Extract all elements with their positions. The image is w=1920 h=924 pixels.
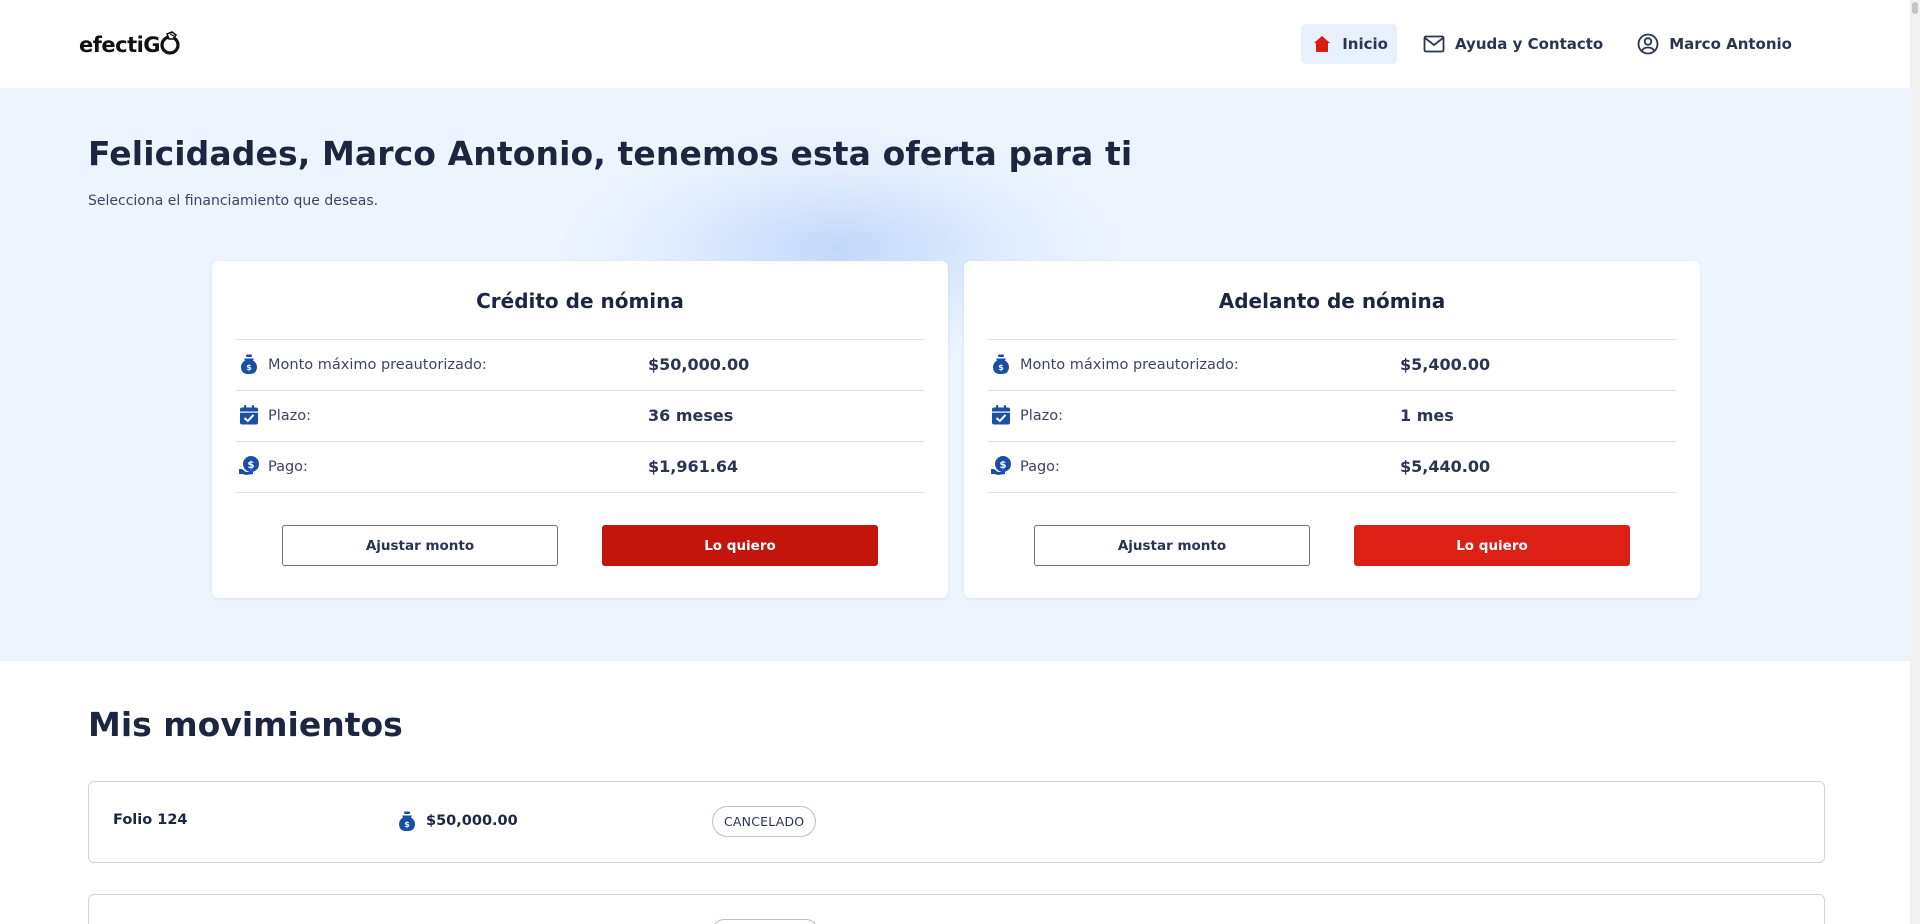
offer-row-label: Monto máximo preautorizado: (1020, 357, 1239, 373)
payment-hand-icon: $ (991, 456, 1011, 475)
offer-card-title: Adelanto de nómina (1218, 289, 1446, 313)
offer-card-credito: Crédito de nómina $ Monto máximo preauto… (212, 261, 948, 598)
page-subtitle: Selecciona el financiamiento que deseas. (88, 193, 379, 209)
movement-row[interactable]: Folio 124 $ $50,000.00 CANCELADO (88, 781, 1825, 863)
mail-icon (1423, 35, 1445, 53)
offer-row-monto: $ Monto máximo preautorizado: $50,000.00 (236, 340, 924, 391)
movement-amount: $50,000.00 (426, 813, 518, 829)
offer-row-label: Pago: (268, 459, 308, 475)
scrollbar-thumb[interactable] (1912, 2, 1918, 14)
money-bag-icon: $ (399, 811, 415, 831)
ajustar-monto-button[interactable]: Ajustar monto (1034, 525, 1310, 566)
svg-text:$: $ (404, 820, 410, 829)
home-icon (1314, 36, 1331, 52)
user-circle-icon (1637, 33, 1659, 55)
offer-card-adelanto: Adelanto de nómina $ Monto máximo preaut… (964, 261, 1700, 598)
calendar-check-icon (240, 405, 258, 425)
offer-row-label: Pago: (1020, 459, 1060, 475)
payment-hand-icon: $ (239, 456, 259, 475)
offer-row-plazo: Plazo: 1 mes (988, 391, 1676, 442)
calendar-check-icon (992, 405, 1010, 425)
offer-details: $ Monto máximo preautorizado: $50,000.00… (236, 339, 924, 493)
svg-text:$: $ (248, 460, 255, 471)
offer-details: $ Monto máximo preautorizado: $5,400.00 … (988, 339, 1676, 493)
page-scrollbar[interactable] (1910, 0, 1920, 924)
status-badge: CANCELADO (712, 806, 817, 837)
offer-row-label: Monto máximo preautorizado: (268, 357, 487, 373)
money-bag-icon: $ (993, 354, 1009, 374)
movement-amount-group: $ $50,000.00 (396, 810, 518, 832)
offer-card-title: Crédito de nómina (476, 289, 684, 313)
nav-user-profile[interactable]: Marco Antonio (1629, 24, 1800, 64)
offer-row-value: $50,000.00 (648, 355, 750, 374)
offer-row-plazo: Plazo: 36 meses (236, 391, 924, 442)
main-nav: Inicio Ayuda y Contacto Marco Antonio (1301, 24, 1800, 64)
logo-mark-icon (160, 31, 180, 55)
offer-row-value: $1,961.64 (648, 457, 739, 476)
movement-row[interactable] (88, 894, 1825, 924)
movements-title: Mis movimientos (88, 705, 403, 744)
page-title: Felicidades, Marco Antonio, tenemos esta… (88, 134, 1133, 173)
svg-text:$: $ (1000, 460, 1007, 471)
nav-inicio[interactable]: Inicio (1301, 24, 1397, 64)
logo-text: efectiG (79, 33, 161, 57)
offer-row-value: 1 mes (1400, 406, 1454, 425)
offer-row-monto: $ Monto máximo preautorizado: $5,400.00 (988, 340, 1676, 391)
lo-quiero-button[interactable]: Lo quiero (602, 525, 878, 566)
efectigo-logo[interactable]: efectiG (79, 30, 181, 60)
lo-quiero-button[interactable]: Lo quiero (1354, 525, 1630, 566)
money-bag-icon: $ (241, 354, 257, 374)
nav-user-label: Marco Antonio (1669, 35, 1792, 53)
ajustar-monto-button[interactable]: Ajustar monto (282, 525, 558, 566)
offer-row-value: $5,440.00 (1400, 457, 1491, 476)
offer-hero: Felicidades, Marco Antonio, tenemos esta… (0, 88, 1910, 661)
svg-text:$: $ (998, 363, 1004, 372)
offer-row-pago: $ Pago: $5,440.00 (988, 442, 1676, 493)
nav-inicio-label: Inicio (1342, 35, 1388, 53)
offer-row-label: Plazo: (268, 408, 312, 424)
top-header: efectiG Inicio Ayuda y Contacto Marco An… (0, 0, 1910, 88)
svg-text:$: $ (246, 363, 252, 372)
nav-ayuda-contacto[interactable]: Ayuda y Contacto (1415, 24, 1611, 64)
offer-row-label: Plazo: (1020, 408, 1064, 424)
offer-row-pago: $ Pago: $1,961.64 (236, 442, 924, 493)
offer-row-value: $5,400.00 (1400, 355, 1491, 374)
nav-ayuda-label: Ayuda y Contacto (1454, 35, 1604, 53)
status-badge (712, 919, 818, 924)
movement-folio: Folio 124 (113, 812, 188, 828)
offer-row-value: 36 meses (648, 406, 734, 425)
